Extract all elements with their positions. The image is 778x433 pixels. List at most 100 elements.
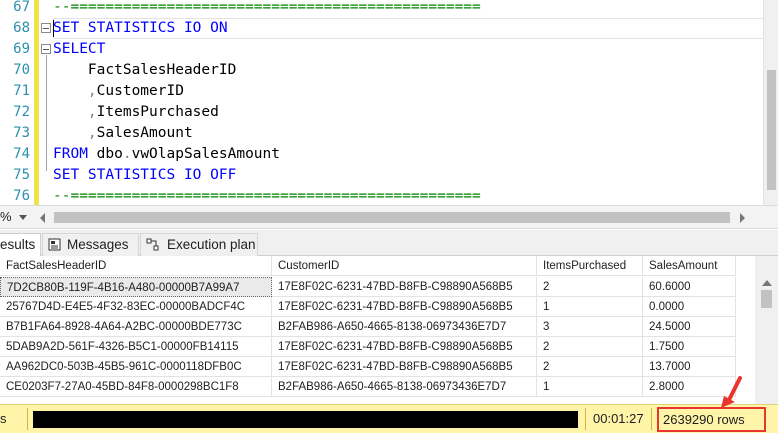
code-token: . [122, 146, 132, 162]
editor-vertical-scrollbar[interactable] [763, 0, 778, 205]
results-tabs: esults Messages Execution plan [0, 230, 778, 256]
code-line[interactable]: SET STATISTICS IO OFF [39, 165, 763, 186]
grid-cell[interactable]: CE0203F7-27A0-45BD-84F8-0000298BC1F8 [0, 377, 272, 397]
code-text: FROM dbo.vwOlapSalesAmount [53, 144, 280, 165]
line-number: 75 [13, 167, 30, 183]
grid-header-row: FactSalesHeaderID CustomerID ItemsPurchase… [0, 256, 740, 276]
tab-results[interactable]: esults [0, 233, 41, 256]
query-editor[interactable]: 67 68 69 70 71 72 73 74 75 76 --=================… [0, 0, 778, 205]
code-line[interactable]: ,CustomerID [39, 81, 763, 102]
code-text: SET STATISTICS IO ON [53, 18, 228, 39]
code-token: --======================================… [53, 0, 481, 15]
status-separator [585, 408, 586, 430]
status-separator [27, 408, 28, 430]
status-separator [651, 408, 652, 430]
grid-cell[interactable]: B7B1FA64-8928-4A64-A2BC-00000BDE773C [0, 317, 272, 337]
grid-cell[interactable]: 2 [537, 277, 643, 297]
grid-cell[interactable]: 3 [537, 317, 643, 337]
collapse-region-icon[interactable] [41, 44, 51, 54]
table-row[interactable]: 5DAB9A2D-561F-4326-B5C1-00000FB14115 17E8… [0, 337, 740, 357]
code-line[interactable]: FactSalesHeaderID [39, 60, 763, 81]
code-token: , [87, 125, 97, 141]
line-number: 76 [13, 188, 30, 204]
code-token: FactSalesHeaderID [53, 62, 237, 78]
line-number: 69 [13, 41, 30, 57]
grid-cell[interactable]: AA962DC0-503B-45B5-961C-0000118DFB0C [0, 357, 272, 377]
code-token: --======================================… [53, 188, 481, 204]
code-line[interactable]: --======================================… [39, 186, 763, 205]
code-token: ItemsPurchased [96, 104, 219, 120]
grid-cell[interactable]: 1 [537, 377, 643, 397]
tab-execution-plan[interactable]: Execution plan [140, 233, 258, 256]
zoom-level[interactable]: % [0, 209, 12, 224]
grid-cell[interactable]: 25767D4D-E4E5-4F32-83EC-00000BADCF4C [0, 297, 272, 317]
column-header[interactable]: FactSalesHeaderID [0, 256, 272, 276]
line-number: 67 [13, 0, 30, 15]
code-line[interactable]: FROM dbo.vwOlapSalesAmount [39, 144, 763, 165]
code-token: ON [210, 20, 228, 36]
code-token: STATISTICS [87, 20, 184, 36]
scroll-left-icon[interactable] [40, 213, 45, 223]
table-row[interactable]: 25767D4D-E4E5-4F32-83EC-00000BADCF4C 17E8… [0, 297, 740, 317]
code-area[interactable]: --======================================… [39, 0, 778, 205]
line-number-gutter: 67 68 69 70 71 72 73 74 75 76 [0, 0, 34, 205]
column-header[interactable]: SalesAmount [643, 256, 736, 276]
code-token: dbo [96, 146, 123, 162]
grid-cell[interactable]: B2FAB986-A650-4665-8138-06973436E7D7 [272, 377, 537, 397]
line-number: 73 [13, 125, 30, 141]
grid-cell[interactable]: 1.7500 [643, 337, 736, 357]
editor-zoom-bar: % [0, 205, 778, 229]
grid-cell[interactable]: 17E8F02C-6231-47BD-B8FB-C98890A568B5 [272, 297, 537, 317]
grid-scroll-thumb[interactable] [761, 290, 772, 308]
messages-icon [48, 238, 61, 251]
grid-cell[interactable]: 1 [537, 297, 643, 317]
tab-messages-label: Messages [67, 237, 129, 252]
grid-cell[interactable]: 2 [537, 337, 643, 357]
table-row[interactable]: B7B1FA64-8928-4A64-A2BC-00000BDE773C B2FA… [0, 317, 740, 337]
code-token: IO [183, 167, 211, 183]
grid-cell[interactable]: 24.5000 [643, 317, 736, 337]
collapse-region-icon[interactable] [41, 23, 51, 33]
column-header[interactable]: ItemsPurchased [537, 256, 643, 276]
table-row[interactable]: 7D2CB80B-119F-4B16-A480-00000B7A99A7 17E8… [0, 277, 740, 297]
results-grid[interactable]: FactSalesHeaderID CustomerID ItemsPurchase… [0, 256, 778, 404]
code-line[interactable]: ,ItemsPurchased [39, 102, 763, 123]
line-number: 70 [13, 62, 30, 78]
zoom-dropdown-icon[interactable] [19, 215, 27, 220]
code-token: OFF [210, 167, 237, 183]
scroll-up-icon[interactable] [762, 280, 772, 286]
editor-horizontal-scroll-thumb[interactable] [54, 212, 730, 223]
code-token: STATISTICS [87, 167, 184, 183]
grid-cell[interactable]: 0.0000 [643, 297, 736, 317]
grid-cell[interactable]: 17E8F02C-6231-47BD-B8FB-C98890A568B5 [272, 337, 537, 357]
code-text: --======================================… [53, 186, 481, 205]
column-header[interactable]: CustomerID [272, 256, 537, 276]
grid-cell[interactable]: 7D2CB80B-119F-4B16-A480-00000B7A99A7 [0, 277, 272, 297]
grid-cell[interactable]: B2FAB986-A650-4665-8138-06973436E7D7 [272, 317, 537, 337]
grid-cell[interactable]: 17E8F02C-6231-47BD-B8FB-C98890A568B5 [272, 277, 537, 297]
table-row[interactable]: AA962DC0-503B-45B5-961C-0000118DFB0C 17E8… [0, 357, 740, 377]
grid-cell[interactable]: 2 [537, 357, 643, 377]
code-token: SalesAmount [96, 125, 193, 141]
table-row[interactable]: CE0203F7-27A0-45BD-84F8-0000298BC1F8 B2FA… [0, 377, 740, 397]
editor-scroll-thumb[interactable] [767, 70, 776, 190]
code-line[interactable]: ,SalesAmount [39, 123, 763, 144]
code-token: SELECT [53, 41, 106, 57]
tab-messages[interactable]: Messages [42, 233, 139, 256]
status-text: s [0, 411, 7, 426]
grid-cell[interactable]: 17E8F02C-6231-47BD-B8FB-C98890A568B5 [272, 357, 537, 377]
grid-cell[interactable]: 60.6000 [643, 277, 736, 297]
code-line[interactable]: --======================================… [39, 0, 763, 18]
code-line[interactable]: SET STATISTICS IO ON [39, 18, 763, 39]
tab-execution-plan-label: Execution plan [167, 237, 256, 252]
grid-vertical-scrollbar[interactable] [755, 256, 778, 404]
scroll-right-icon[interactable] [740, 213, 745, 223]
code-text: ,SalesAmount [53, 123, 193, 144]
line-number: 74 [13, 146, 30, 162]
code-text: SELECT [53, 39, 105, 60]
code-line[interactable]: SELECT [39, 39, 763, 60]
execution-plan-icon [146, 238, 159, 251]
grid-cell[interactable]: 5DAB9A2D-561F-4326-B5C1-00000FB14115 [0, 337, 272, 357]
